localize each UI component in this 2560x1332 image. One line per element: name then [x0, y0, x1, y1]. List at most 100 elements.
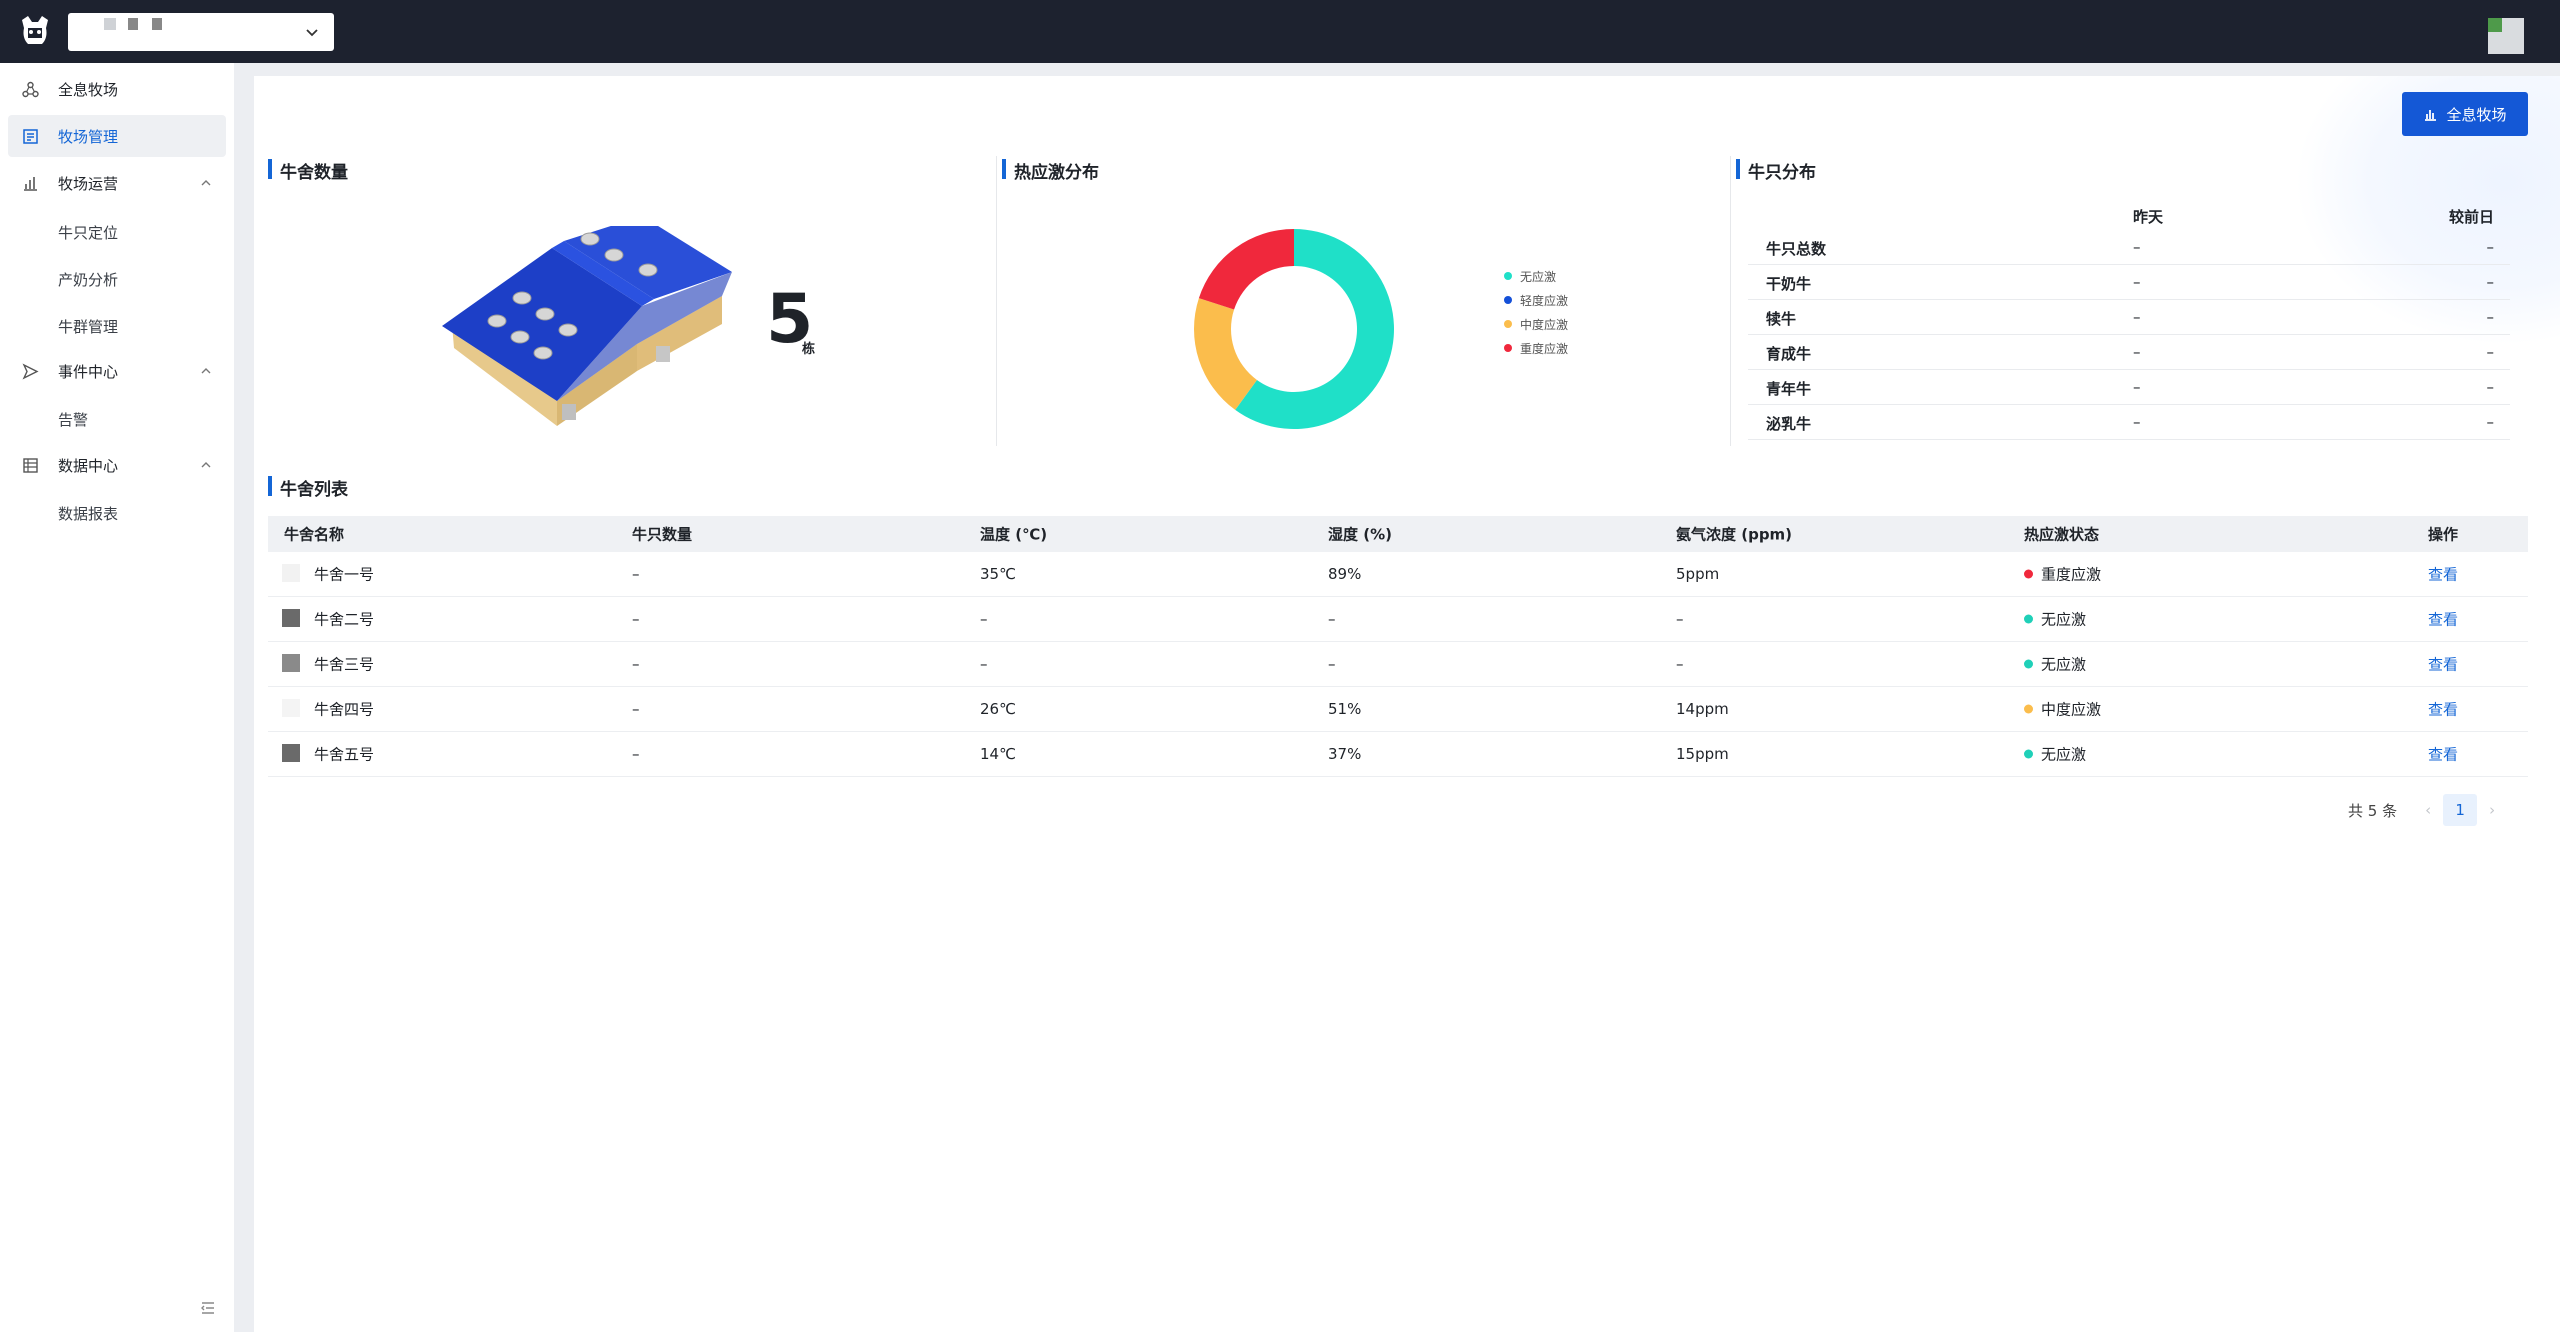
humidity: – — [1328, 655, 1336, 673]
ammonia: 5ppm — [1676, 565, 1720, 583]
barn-count-title: 牛舍数量 — [268, 158, 348, 183]
table-header: 牛舍名称 牛只数量 温度 (℃) 湿度 (%) 氨气浓度 (ppm) 热应激状态… — [268, 516, 2528, 552]
table-row: 牛舍五号 – 14℃ 37% 15ppm 无应激 查看 — [268, 732, 2528, 777]
cow-count: – — [632, 745, 640, 763]
status-dot — [2024, 749, 2033, 759]
cow-count: – — [632, 610, 640, 628]
pagination: 共 5 条 ‹ 1 › — [2348, 794, 2507, 826]
temperature: 26℃ — [980, 700, 1016, 718]
ammonia: – — [1676, 610, 1684, 628]
status-dot — [2024, 704, 2033, 714]
sidebar-item-holo-farm[interactable]: 全息牧场 — [8, 68, 226, 110]
col-yesterday: 昨天 — [2133, 208, 2164, 226]
legend-item-none[interactable]: 无应激 — [1504, 264, 1568, 288]
temperature: 35℃ — [980, 565, 1016, 583]
status-dot — [2024, 659, 2033, 669]
donut-slice-3[interactable] — [1198, 229, 1294, 310]
sidebar-item-farm-operation[interactable]: 牧场运营 — [8, 162, 226, 204]
pagination-next[interactable]: › — [2477, 801, 2507, 819]
view-button[interactable]: 查看 — [2428, 744, 2458, 765]
table-row: 牛舍四号 – 26℃ 51% 14ppm 中度应激 查看 — [268, 687, 2528, 732]
holo-farm-button-label: 全息牧场 — [2446, 105, 2507, 124]
pagination-prev[interactable]: ‹ — [2413, 801, 2443, 819]
barn-name: 牛舍四号 — [314, 700, 375, 719]
chevron-down-icon — [306, 29, 318, 37]
cow-count: – — [632, 565, 640, 583]
barn-thumbnail — [282, 699, 300, 717]
sidebar-item-label: 牧场运营 — [58, 174, 119, 193]
ammonia: – — [1676, 655, 1684, 673]
barn-thumbnail — [282, 564, 300, 582]
barn-name: 牛舍一号 — [314, 565, 375, 584]
sidebar-subitem-herd-management[interactable]: 牛群管理 — [58, 316, 118, 337]
ammonia: 14ppm — [1676, 700, 1729, 718]
view-button[interactable]: 查看 — [2428, 699, 2458, 720]
status-badge: 无应激 — [2024, 654, 2086, 675]
sidebar-item-label: 全息牧场 — [58, 80, 119, 99]
collapse-menu-icon[interactable] — [198, 1298, 218, 1318]
cow-count: – — [632, 655, 640, 673]
sidebar-item-farm-management[interactable]: 牧场管理 — [8, 115, 226, 157]
sidebar-subitem-data-report[interactable]: 数据报表 — [58, 503, 118, 524]
status-badge: 中度应激 — [2024, 699, 2101, 720]
table-row: 牛舍三号 – – – – 无应激 查看 — [268, 642, 2528, 687]
barn-thumbnail — [282, 654, 300, 672]
status-badge: 无应激 — [2024, 609, 2086, 630]
chevron-up-icon — [201, 368, 211, 374]
temperature: – — [980, 655, 988, 673]
sidebar-subitem-cow-location[interactable]: 牛只定位 — [58, 222, 118, 243]
sidebar-item-label: 数据中心 — [58, 456, 119, 475]
humidity: – — [1328, 610, 1336, 628]
temperature: – — [980, 610, 988, 628]
table-row: 牛只总数 – – — [1748, 230, 2510, 265]
barn-thumbnail — [282, 609, 300, 627]
barn-count-unit: 栋 — [802, 342, 816, 357]
sidebar-item-label: 牧场管理 — [58, 127, 119, 146]
pagination-page[interactable]: 1 — [2443, 794, 2478, 826]
table-row: 育成牛 – – — [1748, 335, 2510, 370]
legend-item-light[interactable]: 轻度应激 — [1504, 288, 1568, 312]
table-row: 干奶牛 – – — [1748, 265, 2510, 300]
legend-item-moderate[interactable]: 中度应激 — [1504, 312, 1568, 336]
top-bar — [0, 0, 2560, 63]
view-button[interactable]: 查看 — [2428, 654, 2458, 675]
temperature: 14℃ — [980, 745, 1016, 763]
chevron-up-icon — [201, 462, 211, 468]
nodes-icon — [22, 81, 39, 98]
table-row: 牛舍二号 – – – – 无应激 查看 — [268, 597, 2528, 642]
legend-item-severe[interactable]: 重度应激 — [1504, 336, 1568, 360]
humidity: 51% — [1328, 700, 1362, 718]
table-row: 牛舍一号 – 35℃ 89% 5ppm 重度应激 查看 — [268, 552, 2528, 597]
holo-farm-button[interactable]: 全息牧场 — [2402, 92, 2528, 136]
sidebar-item-event-center[interactable]: 事件中心 — [8, 350, 226, 392]
avatar[interactable] — [2488, 18, 2524, 54]
logo-icon[interactable] — [18, 14, 52, 48]
send-icon — [22, 363, 39, 380]
sidebar-item-label: 事件中心 — [58, 362, 119, 381]
table-row: 泌乳牛 – – — [1748, 405, 2510, 440]
bar-chart-icon — [24, 177, 37, 191]
cow-distribution-title: 牛只分布 — [1736, 158, 1816, 183]
farm-select[interactable] — [68, 13, 334, 51]
humidity: 37% — [1328, 745, 1362, 763]
cow-distribution-header: 昨天 较前日 — [1748, 198, 2510, 230]
main-content: 全息牧场 牛舍数量 5 栋 热应激分布 无应激 轻度应激 中度应激 重度应激 牛… — [254, 76, 2560, 1332]
farm-doc-icon — [23, 129, 38, 144]
barn-thumbnail — [282, 744, 300, 762]
sidebar-item-data-center[interactable]: 数据中心 — [8, 444, 226, 486]
cow-distribution-table: 昨天 较前日 牛只总数 – – 干奶牛 – – 犊牛 – – 育成牛 – – 青年牛 – – 泌乳牛… — [1748, 198, 2510, 440]
cow-count: – — [632, 700, 640, 718]
pagination-total: 共 5 条 — [2348, 801, 2398, 820]
barn-list-table: 牛舍名称 牛只数量 温度 (℃) 湿度 (%) 氨气浓度 (ppm) 热应激状态… — [268, 516, 2528, 777]
view-button[interactable]: 查看 — [2428, 564, 2458, 585]
humidity: 89% — [1328, 565, 1362, 583]
sidebar-subitem-alarm[interactable]: 告警 — [58, 409, 88, 430]
ammonia: 15ppm — [1676, 745, 1729, 763]
barn-name: 牛舍五号 — [314, 745, 375, 764]
sidebar-subitem-milk-analysis[interactable]: 产奶分析 — [58, 269, 118, 290]
heat-stress-legend: 无应激 轻度应激 中度应激 重度应激 — [1504, 264, 1568, 360]
chevron-up-icon — [201, 180, 211, 186]
view-button[interactable]: 查看 — [2428, 609, 2458, 630]
status-badge: 无应激 — [2024, 744, 2086, 765]
barn-name: 牛舍二号 — [314, 610, 375, 629]
